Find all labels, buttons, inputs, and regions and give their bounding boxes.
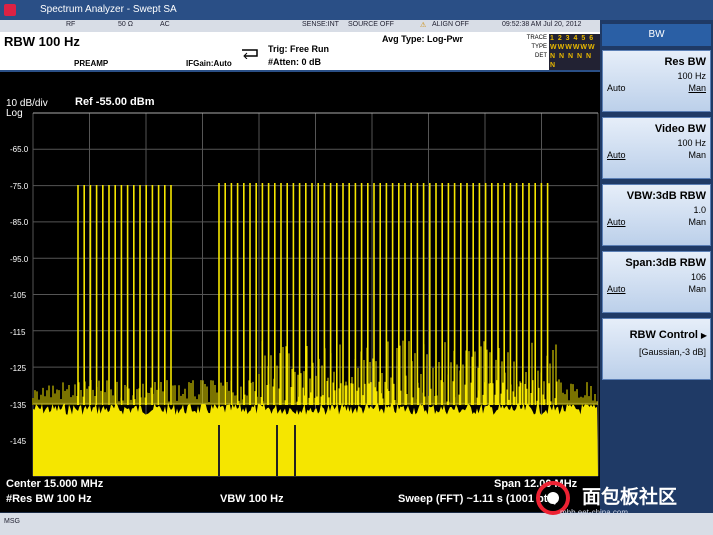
softkey-value: 100 Hz	[677, 71, 706, 81]
softkey-panel: BW Res BW 100 Hz Auto Man Video BW 100 H…	[600, 20, 713, 513]
softkey-value: 100 Hz	[677, 138, 706, 148]
msg-label: MSG	[4, 518, 20, 525]
submenu-arrow-icon: ▶	[700, 331, 707, 340]
softkey-menu-title: BW	[602, 24, 711, 46]
softkey-label: VBW:3dB RBW	[626, 190, 706, 202]
softkey-auto: Auto	[607, 150, 626, 160]
softkey-value: 1.0	[693, 205, 706, 215]
softkey-label: Span:3dB RBW	[625, 257, 706, 269]
watermark-text: 面包板社区	[582, 487, 678, 508]
softkey-auto: Auto	[607, 217, 626, 227]
softkey-label: Res BW	[664, 56, 706, 68]
res-bw[interactable]: #Res BW 100 Hz	[6, 493, 92, 505]
softkey-man: Man	[688, 83, 706, 93]
softkey-label: RBW Control	[629, 329, 698, 341]
watermark-url: mbb.eet-china.com	[560, 508, 629, 517]
softkey-label: Video BW	[654, 123, 706, 135]
video-bw-softkey[interactable]: Video BW 100 Hz Auto Man	[602, 117, 711, 179]
center-freq[interactable]: Center 15.000 MHz	[6, 478, 103, 490]
softkey-value: 106	[690, 272, 706, 282]
rbw-control-softkey[interactable]: RBW Control ▶ [Gaussian,-3 dB]	[602, 318, 711, 380]
softkey-auto: Auto	[607, 284, 626, 294]
res-bw-softkey[interactable]: Res BW 100 Hz Auto Man	[602, 50, 711, 112]
span-rbw-softkey[interactable]: Span:3dB RBW 106 Auto Man	[602, 251, 711, 313]
softkey-auto: Auto	[607, 83, 626, 93]
spectrum-trace	[32, 112, 599, 477]
softkey-man: Man	[688, 284, 706, 294]
softkey-man: Man	[688, 217, 706, 227]
vbw-rbw-softkey[interactable]: VBW:3dB RBW 1.0 Auto Man	[602, 184, 711, 246]
softkey-man: Man	[688, 150, 706, 160]
vbw[interactable]: VBW 100 Hz	[220, 493, 284, 505]
softkey-value: [Gaussian,-3 dB]	[638, 347, 706, 357]
